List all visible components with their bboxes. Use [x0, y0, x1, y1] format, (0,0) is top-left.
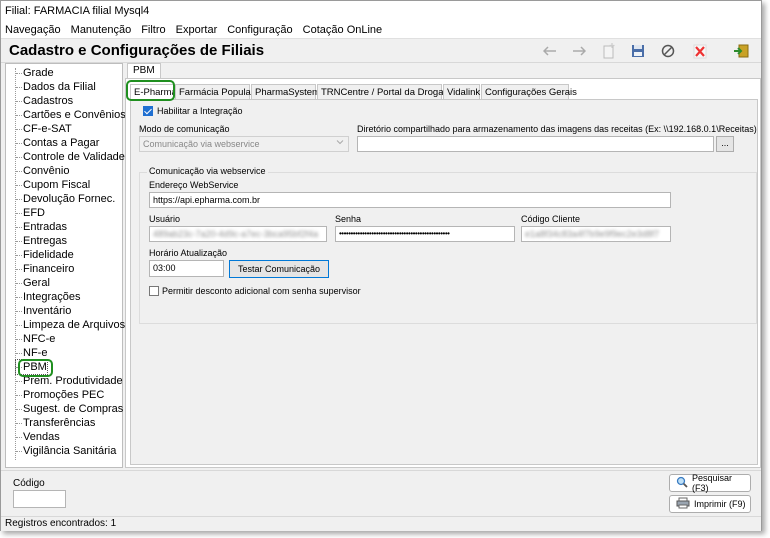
arrow-right-icon[interactable]	[568, 41, 590, 61]
diretorio-input[interactable]	[357, 136, 714, 152]
habilitar-integracao-checkbox[interactable]	[143, 106, 153, 116]
endereco-webservice-label: Endereço WebService	[149, 180, 239, 190]
sidebar-item-prem-produtividade[interactable]: Prem. Produtividade	[16, 374, 123, 388]
e-pharma-panel: Habilitar a Integração Modo de comunicaç…	[130, 99, 758, 465]
page-title: Cadastro e Configurações de Filiais	[9, 42, 265, 59]
codigo-cliente-label: Código Cliente	[521, 214, 581, 224]
pesquisar-button[interactable]: Pesquisar (F3)	[669, 473, 751, 493]
main-window: Filial: FARMACIA filial Mysql4 Navegação…	[0, 0, 762, 531]
usuario-input[interactable]: 489ab23c-7a20-4d9c-a7ec-3bca95bf2f4a	[149, 226, 327, 242]
sidebar-item-financeiro[interactable]: Financeiro	[16, 262, 74, 276]
diretorio-label: Diretório compartilhado para armazenamen…	[357, 124, 757, 134]
sidebar-item-pbm[interactable]: PBM	[15, 359, 48, 375]
habilitar-integracao-label: Habilitar a Integração	[157, 106, 243, 116]
sidebar-item-nf-e[interactable]: NF-e	[16, 346, 47, 360]
sidebar-item-vigilancia-sanitaria[interactable]: Vigilância Sanitária	[16, 444, 116, 458]
modo-comunicacao-select[interactable]: Comunicação via webservice	[139, 136, 349, 152]
endereco-webservice-input[interactable]: https://api.epharma.com.br	[149, 192, 671, 208]
delete-icon[interactable]	[689, 41, 711, 61]
status-bar: Registros encontrados: 1	[1, 516, 761, 531]
main-content: PBM E-Pharma Farmácia Popular PharmaSyst…	[125, 63, 761, 468]
modo-comunicacao-label: Modo de comunicação	[139, 124, 230, 134]
sidebar-item-geral[interactable]: Geral	[16, 276, 50, 290]
modo-comunicacao-value: Comunicação via webservice	[143, 139, 260, 149]
sidebar-item-convenio[interactable]: Convênio	[16, 164, 69, 178]
sidebar-item-entregas[interactable]: Entregas	[16, 234, 67, 248]
tab-e-pharma[interactable]: E-Pharma	[130, 84, 177, 100]
sidebar-item-controle-de-validade[interactable]: Controle de Validade	[16, 150, 125, 164]
horario-atualizacao-label: Horário Atualização	[149, 248, 228, 258]
sidebar-item-fidelidade[interactable]: Fidelidade	[16, 248, 74, 262]
sidebar-item-inventario[interactable]: Inventário	[16, 304, 71, 318]
sidebar-item-transferencias[interactable]: Transferências	[16, 416, 95, 430]
senha-input[interactable]: ••••••••••••••••••••••••••••••••••••••••…	[335, 226, 515, 242]
exit-icon[interactable]	[730, 41, 752, 61]
permitir-desconto-checkbox[interactable]	[149, 286, 159, 296]
usuario-label: Usuário	[149, 214, 181, 224]
printer-icon	[676, 497, 694, 511]
sidebar-item-cfe-sat[interactable]: CF-e-SAT	[16, 122, 72, 136]
sidebar-item-cupom-fiscal[interactable]: Cupom Fiscal	[16, 178, 90, 192]
webservice-group-label: Comunicação via webservice	[147, 166, 268, 176]
pbm-panel: E-Pharma Farmácia Popular PharmaSystem T…	[125, 78, 761, 468]
permitir-desconto-label: Permitir desconto adicional com senha su…	[162, 286, 361, 296]
tab-trncentre[interactable]: TRNCentre / Portal da Drogaria	[317, 84, 454, 100]
horario-atualizacao-input[interactable]: 03:00	[149, 260, 224, 277]
sidebar-item-cadastros[interactable]: Cadastros	[16, 94, 73, 108]
menu-filtro[interactable]: Filtro	[141, 24, 165, 36]
menu-cotacao-online[interactable]: Cotação OnLine	[303, 24, 383, 36]
menu-configuracao[interactable]: Configuração	[227, 24, 292, 36]
menu-navegacao[interactable]: Navegação	[5, 24, 61, 36]
tab-configuracoes-gerais[interactable]: Configurações Gerais	[481, 84, 577, 100]
menu-manutencao[interactable]: Manutenção	[71, 24, 132, 36]
window-title: Filial: FARMACIA filial Mysql4	[1, 1, 761, 21]
testar-comunicacao-button[interactable]: Testar Comunicação	[229, 260, 329, 278]
arrow-left-icon[interactable]	[539, 41, 561, 61]
sidebar-item-vendas[interactable]: Vendas	[16, 430, 60, 444]
pesquisar-label: Pesquisar (F3)	[692, 473, 733, 493]
sidebar-item-devolucao-fornec[interactable]: Devolução Fornec.	[16, 192, 115, 206]
tab-vidalink[interactable]: Vidalink	[443, 84, 480, 100]
tab-farmacia-popular[interactable]: Farmácia Popular	[175, 84, 254, 100]
sidebar-item-promocoes-pec[interactable]: Promoções PEC	[16, 388, 104, 402]
sidebar-item-grade[interactable]: Grade	[16, 66, 54, 80]
codigo-label: Código	[13, 478, 45, 489]
chevron-down-icon	[336, 138, 344, 148]
menu-exportar[interactable]: Exportar	[176, 24, 218, 36]
sidebar-item-contas-a-pagar[interactable]: Contas a Pagar	[16, 136, 99, 150]
sidebar-item-dados-da-filial[interactable]: Dados da Filial	[16, 80, 96, 94]
sidebar-tree: Grade Dados da Filial Cadastros Cartões …	[5, 63, 126, 468]
sidebar-item-nfc-e[interactable]: NFC-e	[16, 332, 55, 346]
sidebar-item-entradas[interactable]: Entradas	[16, 220, 67, 234]
codigo-input[interactable]	[13, 490, 66, 508]
save-icon[interactable]	[627, 41, 649, 61]
tab-pbm[interactable]: PBM	[127, 63, 161, 78]
imprimir-button[interactable]: Imprimir (F9)	[669, 495, 751, 513]
sidebar-item-integracoes[interactable]: Integrações	[16, 290, 80, 304]
bottom-panel: Código Pesquisar (F3) Imprimir (F9)	[1, 470, 761, 516]
sidebar-item-sugest-de-compras[interactable]: Sugest. de Compras	[16, 402, 123, 416]
imprimir-label: Imprimir (F9)	[694, 499, 746, 509]
sidebar-item-cartoes-e-convenios[interactable]: Cartões e Convênios	[16, 108, 126, 122]
new-record-icon[interactable]	[598, 41, 620, 61]
browse-button[interactable]: ...	[716, 136, 734, 152]
cancel-icon[interactable]	[657, 41, 679, 61]
header-bar: Cadastro e Configurações de Filiais	[1, 39, 761, 63]
sidebar-item-limpeza-de-arquivos[interactable]: Limpeza de Arquivos	[16, 318, 125, 332]
codigo-cliente-input[interactable]: e1a8f34c83a4f7b9e9f9ec2e3d8f7	[521, 226, 671, 242]
search-icon	[676, 476, 692, 490]
menu-bar: Navegação Manutenção Filtro Exportar Con…	[1, 21, 761, 39]
sidebar-item-efd[interactable]: EFD	[16, 206, 45, 220]
tab-pharmasystem[interactable]: PharmaSystem	[251, 84, 320, 100]
senha-label: Senha	[335, 214, 362, 224]
